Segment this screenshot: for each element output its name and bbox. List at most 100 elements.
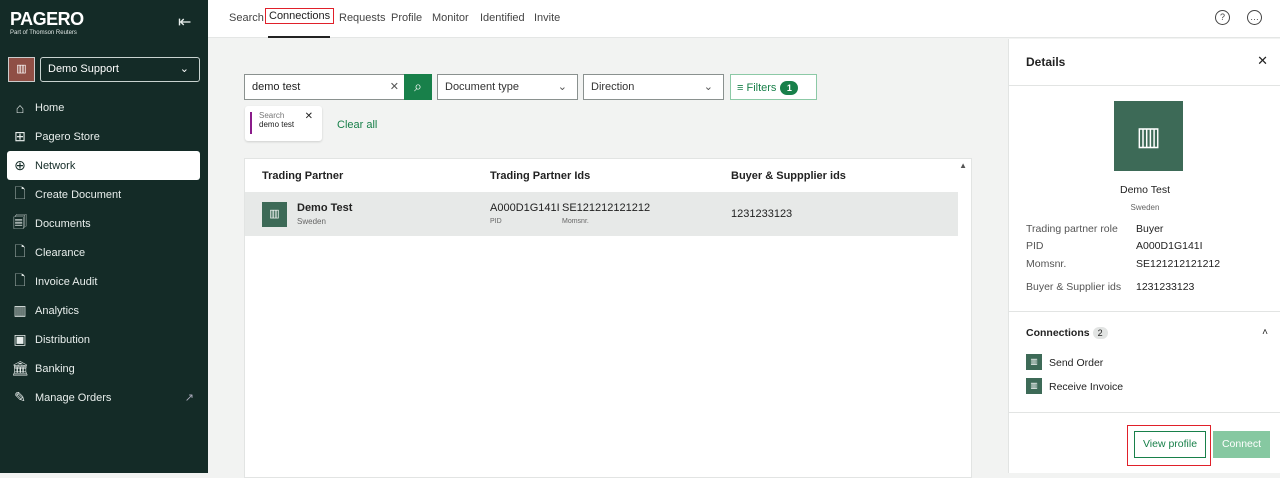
chevron-up-icon[interactable]: ˄ xyxy=(1262,327,1268,338)
help-icon[interactable]: ? xyxy=(1215,10,1230,25)
manage-orders-icon: ✎ xyxy=(14,389,26,405)
details-name: Demo Test xyxy=(1120,184,1170,196)
filters-count-badge: 1 xyxy=(780,81,799,95)
home-icon: ⌂ xyxy=(15,99,25,116)
building-icon: ▥ xyxy=(1026,354,1042,370)
connections-label: Connections xyxy=(1026,327,1090,339)
clear-all-link[interactable]: Clear all xyxy=(337,119,377,131)
buyer-supplier-ids: 1231233123 xyxy=(731,208,793,220)
connect-button[interactable]: Connect xyxy=(1213,431,1270,458)
momsnr-value: SE121212121212 xyxy=(562,202,651,214)
nav-item-distribution[interactable]: ▣ Distribution xyxy=(7,325,200,354)
nav-label: Pagero Store xyxy=(35,130,100,143)
partner-name: Demo Test xyxy=(297,202,353,214)
tab-requests[interactable]: Requests xyxy=(339,12,385,24)
connection-item: Receive Invoice xyxy=(1049,381,1124,393)
connections-header[interactable]: Connections 2 xyxy=(1026,327,1108,339)
tab-invite[interactable]: Invite xyxy=(534,12,560,24)
search-input[interactable]: demo test ✕ ⌕ xyxy=(244,74,432,100)
nav-label: Banking xyxy=(35,362,75,375)
remove-chip-icon[interactable]: ✕ xyxy=(305,111,313,122)
clearance-icon: 🗋 xyxy=(14,242,26,259)
pid-value: A000D1G141I xyxy=(490,202,560,214)
column-header: Trading Partner Ids xyxy=(490,170,591,182)
field-label: PID xyxy=(1026,240,1044,252)
store-icon: ⊞ xyxy=(14,128,26,144)
connection-item: Send Order xyxy=(1049,357,1104,369)
nav-item-clearance[interactable]: 🗋 Clearance xyxy=(7,238,200,267)
collapse-sidebar-icon[interactable]: ⇤ xyxy=(178,12,191,32)
trading-partners-table: Trading Partner Trading Partner Ids Buye… xyxy=(244,158,972,478)
globe-icon: ⊕ xyxy=(14,157,26,173)
nav-item-documents[interactable]: 🗐 Documents xyxy=(7,209,200,238)
nav-label: Home xyxy=(35,101,65,114)
analytics-icon: ▥ xyxy=(13,302,27,318)
details-country: Sweden xyxy=(1130,203,1160,212)
tab-connections[interactable]: Connections xyxy=(265,8,335,24)
organization-name: Demo Support xyxy=(48,63,119,75)
logo-subtitle: Part of Thomson Reuters xyxy=(10,30,77,36)
pid-label: PID xyxy=(490,218,502,225)
field-label: Momsnr. xyxy=(1026,258,1067,270)
active-tab-indicator xyxy=(268,36,330,38)
table-row[interactable]: ▥ Demo Test Sweden A000D1G141I PID SE121… xyxy=(245,192,958,236)
chat-icon[interactable]: … xyxy=(1247,10,1262,25)
field-label: Buyer & Supplier ids xyxy=(1026,281,1122,293)
momsnr-label: Momsnr. xyxy=(562,218,589,225)
pagero-logo[interactable]: PAGERO xyxy=(10,9,84,30)
view-profile-button[interactable]: View profile xyxy=(1134,431,1206,458)
organization-select[interactable]: Demo Support ⌄ xyxy=(40,57,200,82)
divider xyxy=(1009,412,1280,413)
nav-item-analytics[interactable]: ▥ Analytics xyxy=(7,296,200,325)
column-header: Trading Partner xyxy=(262,170,344,182)
document-type-label: Document type xyxy=(445,81,519,93)
nav-item-network[interactable]: ⊕ Network xyxy=(7,151,200,180)
field-label: Trading partner role xyxy=(1026,223,1118,235)
nav-label: Invoice Audit xyxy=(35,275,98,288)
nav-item-pagero-store[interactable]: ⊞ Pagero Store xyxy=(7,122,200,151)
field-value: A000D1G141I xyxy=(1136,240,1203,252)
tab-monitor[interactable]: Monitor xyxy=(432,12,469,24)
direction-select[interactable]: Direction ⌄ xyxy=(583,74,724,100)
chevron-down-icon: ⌄ xyxy=(557,81,567,93)
chevron-down-icon: ⌄ xyxy=(179,63,189,75)
nav-label: Analytics xyxy=(35,304,80,317)
nav-item-banking[interactable]: 🏛 Banking xyxy=(7,354,200,383)
clear-search-icon[interactable]: ✕ xyxy=(390,80,399,93)
nav-item-create-document[interactable]: 🗋 Create Document xyxy=(7,180,200,209)
nav-item-home[interactable]: ⌂ Home xyxy=(7,93,200,122)
external-link-icon: ↗ xyxy=(184,392,194,404)
sidebar: PAGERO Part of Thomson Reuters ⇤ ▥ Demo … xyxy=(0,0,208,473)
invoice-audit-icon: 🗋 xyxy=(14,271,26,288)
search-value: demo test xyxy=(252,81,301,93)
direction-label: Direction xyxy=(591,81,635,93)
filters-label: Filters xyxy=(746,82,777,94)
tab-search[interactable]: Search xyxy=(229,12,264,24)
filters-button[interactable]: ≡ Filters 1 xyxy=(730,74,817,100)
document-type-select[interactable]: Document type ⌄ xyxy=(437,74,578,100)
create-document-icon: 🗋 xyxy=(14,184,26,201)
partner-country: Sweden xyxy=(297,217,326,226)
filter-icon: ≡ xyxy=(737,82,744,94)
nav-label: Clearance xyxy=(35,246,86,259)
distribution-icon: ▣ xyxy=(13,331,27,347)
scroll-up-arrow[interactable]: ▲ xyxy=(959,161,967,170)
organization-icon: ▥ xyxy=(8,57,35,82)
field-value: SE121212121212 xyxy=(1136,258,1221,270)
field-value: 1231233123 xyxy=(1136,281,1195,293)
details-panel: Details ✕ ▥ Demo Test Sweden Trading par… xyxy=(1008,39,1280,473)
nav-label: Manage Orders xyxy=(35,391,112,404)
main-nav: ⌂ Home ⊞ Pagero Store ⊕ Network 🗋 Create Doc… xyxy=(7,93,200,412)
nav-item-manage-orders[interactable]: ✎ Manage Orders ↗ xyxy=(7,383,200,412)
top-nav: Search Connections Requests Profile Moni… xyxy=(208,0,1280,38)
close-icon[interactable]: ✕ xyxy=(1257,53,1268,69)
nav-item-invoice-audit[interactable]: 🗋 Invoice Audit xyxy=(7,267,200,296)
nav-label: Create Document xyxy=(35,188,122,201)
tab-profile[interactable]: Profile xyxy=(391,12,422,24)
chevron-down-icon: ⌄ xyxy=(703,81,713,93)
divider xyxy=(1009,85,1280,86)
search-button[interactable]: ⌕ xyxy=(404,74,432,100)
tab-identified[interactable]: Identified xyxy=(480,12,525,24)
building-icon: ▥ xyxy=(262,202,287,227)
building-icon: ▥ xyxy=(1114,101,1183,171)
